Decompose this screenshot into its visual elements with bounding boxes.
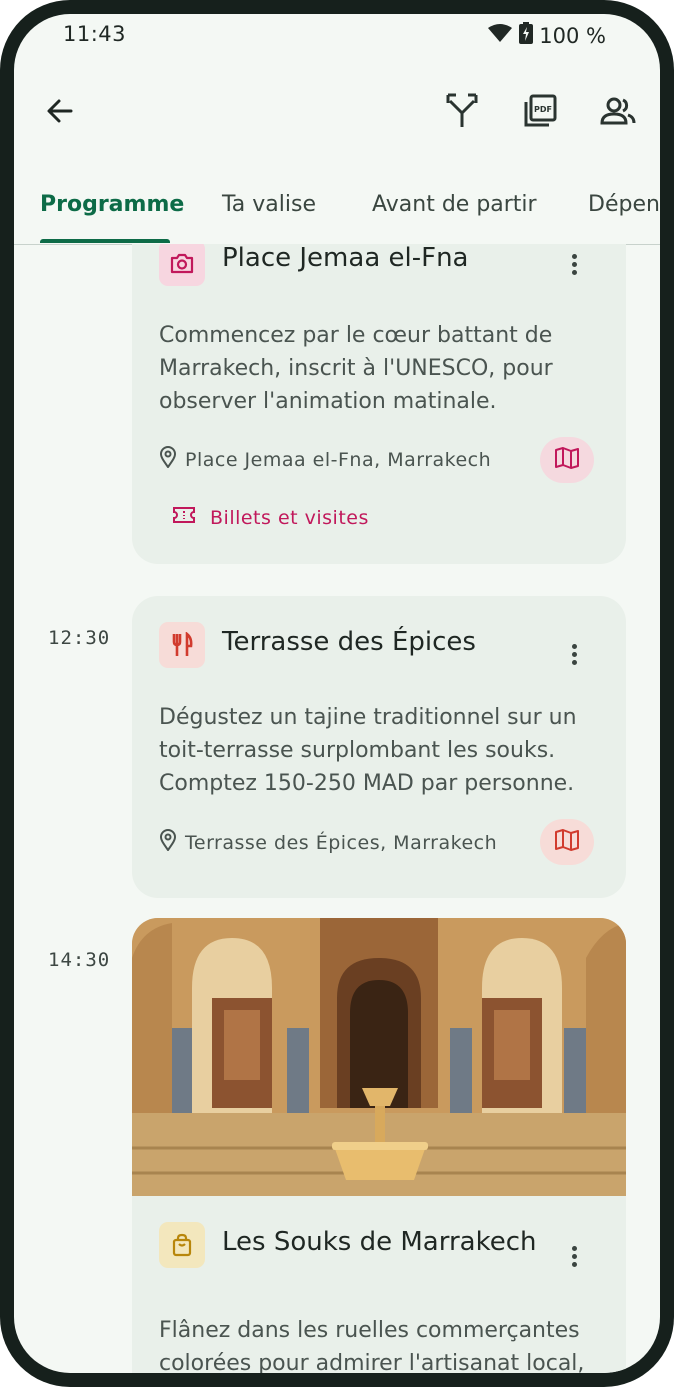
ticket-icon	[172, 506, 196, 529]
activity-title: Terrasse des Épices	[222, 627, 476, 657]
fork-icon	[446, 93, 478, 133]
svg-text:PDF: PDF	[534, 105, 552, 114]
activity-card-terrasse[interactable]: Terrasse des Épices Dégustez un tajine t…	[132, 596, 626, 898]
activity-card-jemaa[interactable]: Place Jemaa el-Fna Commencez par le cœur…	[132, 244, 626, 564]
restaurant-icon	[159, 622, 205, 668]
time-label: 12:30	[48, 627, 111, 649]
battery-level: 100 %	[539, 23, 606, 48]
share-group-button[interactable]	[594, 89, 642, 137]
app-bar: PDF	[14, 84, 660, 144]
more-options-icon[interactable]	[564, 1246, 584, 1267]
activity-location: Place Jemaa el-Fna, Marrakech	[159, 446, 491, 473]
arrow-back-icon	[45, 96, 75, 130]
activity-title: Place Jemaa el-Fna	[222, 244, 469, 273]
tab-avant-de-partir[interactable]: Avant de partir	[372, 192, 537, 217]
battery-icon	[519, 22, 534, 49]
status-bar: 11:43 100 %	[14, 14, 660, 56]
location-pin-icon	[159, 446, 177, 473]
location-text: Terrasse des Épices, Marrakech	[185, 831, 498, 854]
status-time: 11:43	[63, 22, 127, 46]
tab-indicator	[40, 239, 170, 243]
pdf-icon: PDF	[523, 94, 557, 132]
more-options-icon[interactable]	[564, 254, 584, 275]
location-pin-icon	[159, 829, 177, 856]
activity-title: Les Souks de Marrakech	[222, 1227, 537, 1257]
tickets-link[interactable]: Billets et visites	[172, 506, 369, 529]
activity-card-souks[interactable]: Les Souks de Marrakech Flânez dans les r…	[132, 918, 626, 1373]
tickets-label: Billets et visites	[210, 506, 369, 529]
screen: 11:43 100 % PDF Programme Ta valise Avan…	[14, 14, 660, 1373]
tab-depenses[interactable]: Dépenses	[588, 192, 660, 217]
itinerary-list[interactable]: Place Jemaa el-Fna Commencez par le cœur…	[14, 244, 660, 1373]
time-label: 14:30	[48, 949, 111, 971]
device-frame: 11:43 100 % PDF Programme Ta valise Avan…	[0, 0, 674, 1387]
activity-description: Flânez dans les ruelles commerçantes col…	[159, 1318, 585, 1373]
activity-description: Commencez par le cœur battant de Marrake…	[159, 323, 553, 414]
map-icon	[554, 828, 580, 856]
export-pdf-button[interactable]: PDF	[516, 89, 564, 137]
status-right: 100 %	[487, 22, 606, 49]
activity-location: Terrasse des Épices, Marrakech	[159, 829, 497, 856]
activity-description: Dégustez un tajine traditionnel sur un t…	[159, 705, 577, 796]
shopping-bag-icon	[159, 1222, 205, 1268]
open-map-button[interactable]	[540, 437, 594, 483]
open-map-button[interactable]	[540, 819, 594, 865]
map-icon	[554, 446, 580, 474]
more-options-icon[interactable]	[564, 644, 584, 665]
group-icon	[600, 96, 636, 130]
tab-ta-valise[interactable]: Ta valise	[222, 192, 316, 217]
souks-photo	[132, 918, 626, 1196]
wifi-icon	[487, 23, 513, 48]
fork-trip-button[interactable]	[438, 89, 486, 137]
tab-programme[interactable]: Programme	[40, 192, 184, 217]
camera-icon	[159, 244, 205, 286]
location-text: Place Jemaa el-Fna, Marrakech	[185, 448, 492, 471]
back-button[interactable]	[36, 89, 84, 137]
tab-bar: Programme Ta valise Avant de partir Dépe…	[14, 184, 660, 245]
